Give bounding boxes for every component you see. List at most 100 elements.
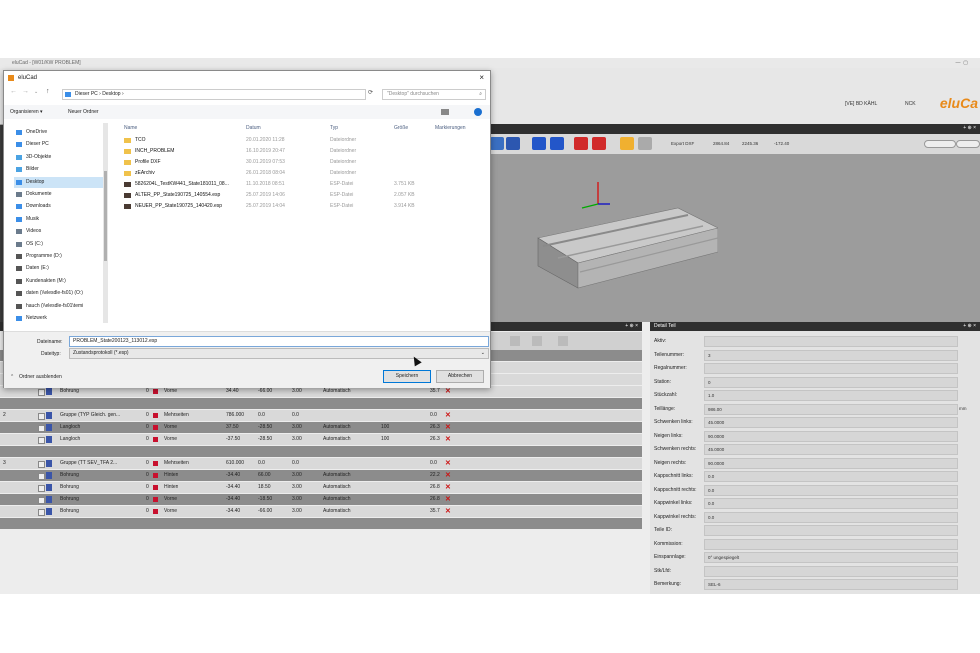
view-options-icon[interactable] [441,109,449,115]
3d-viewport[interactable]: + ⊕ × Export DXF 2864.84 2245.36 -172.40 [488,124,980,322]
arrow-left-red-icon[interactable] [574,137,588,150]
row-checkbox[interactable] [38,461,45,468]
detail-field[interactable]: 0.0 [704,484,958,496]
detail-field[interactable]: 3 [704,349,958,361]
nav-item[interactable]: daten (\\elesdle-fs01) (O:) [14,288,104,299]
detail-field[interactable]: 0.0 [704,511,958,523]
row-checkbox[interactable] [38,473,45,480]
detail-field[interactable]: 986.00 [704,403,958,415]
row-checkbox[interactable] [38,389,45,396]
row-checkbox[interactable] [38,509,45,516]
table-row[interactable]: Bohrung 0 Hinten -34.40 66.00 3.00 Automatisch… [0,470,642,481]
nav-item[interactable]: Videos [14,226,104,237]
table-panel-controls[interactable]: + ⊕ × [625,322,638,331]
table-row[interactable]: Langloch 0 Vorne 37.50 -28.50 3.00 Automatisch… [0,422,642,433]
machine-selector[interactable]: NCK [905,101,916,107]
new-folder-button[interactable]: Neuer Ordner [68,105,99,119]
delete-icon[interactable]: ✕ [445,470,451,481]
table-row[interactable]: Bohrung 0 Hinten -34.40 18.50 3.00 Automatisch… [0,482,642,493]
up-icon[interactable]: ↑ [46,88,50,95]
nav-item[interactable]: Bilder [14,164,104,175]
nav-item[interactable]: OneDrive [14,127,104,138]
view-pill-2[interactable] [956,140,980,148]
arrow-right-red-icon[interactable] [592,137,606,150]
collapse-icon[interactable]: ⌃ [10,374,14,380]
nav-item[interactable]: Netzwerk [14,313,104,324]
detail-field[interactable]: 45.0000 [704,444,958,455]
export-dxf-button[interactable]: Export DXF [671,141,694,146]
close-icon[interactable]: × [479,71,484,85]
table-tool-icon[interactable] [558,336,568,346]
delete-icon[interactable]: ✕ [445,458,451,469]
detail-field[interactable] [704,565,958,577]
delete-icon[interactable]: ✕ [445,482,451,493]
nav-item[interactable]: 3D-Objekte [14,152,104,163]
rotate-icon[interactable] [490,137,504,150]
file-row[interactable]: NEUER_PP_State190725_140420.esp 25.07.201… [118,201,448,212]
detail-panel-controls[interactable]: + ⊕ × [963,322,976,331]
detail-field[interactable]: SEL-6 [704,579,958,590]
row-checkbox[interactable] [38,485,45,492]
nav-item[interactable]: OS (C:) [14,239,104,250]
table-row[interactable]: Bohrung 0 Vorne -34.40 -66.00 3.00 Automatisch… [0,506,642,517]
table-row[interactable]: 3 Gruppe (TT SEV_TFA 2... 0 Mehrseiten 610.0… [0,458,642,469]
delete-icon[interactable]: ✕ [445,410,451,421]
detail-field[interactable]: 90.0000 [704,457,958,469]
row-checkbox[interactable] [38,437,45,444]
filetype-select[interactable]: Zustandsprotokoll (*.esp) ⌄ [69,348,489,359]
row-checkbox[interactable] [38,425,45,432]
nav-item[interactable]: Downloads [14,201,104,212]
table-row[interactable]: Langloch 0 Vorne -37.50 -28.50 3.00 Automatisc… [0,434,642,445]
organize-menu[interactable]: Organisieren ▾ [10,105,43,119]
table-tool-icon[interactable] [510,336,520,346]
column-type[interactable]: Typ [330,125,338,131]
panel-controls[interactable]: + ⊕ × [963,125,976,131]
file-row[interactable]: INCH_PROBLEM 16.10.2019 20:47 Dateiordner [118,146,448,157]
table-row[interactable]: 2 Gruppe (TYP Gleich. gen... 0 Mehrseiten 78… [0,410,642,421]
view-flat-icon[interactable] [638,137,652,150]
view-3d-icon[interactable] [620,137,634,150]
address-bar[interactable]: Dieser PC › Desktop › [62,89,366,100]
nav-item[interactable]: hauch (\\elesdle-fs01\temi [14,301,104,312]
table-row[interactable] [0,518,642,529]
nav-item[interactable]: Daten (E:) [14,263,104,274]
column-name[interactable]: Name [124,125,137,131]
nav-item[interactable]: Desktop [14,176,104,188]
back-icon[interactable]: ← [10,88,17,95]
delete-icon[interactable]: ✕ [445,422,451,433]
file-row[interactable]: zEArchiv 26.01.2018 08:04 Dateiordner [118,168,448,179]
table-row[interactable] [0,398,642,409]
filename-input[interactable]: PROBLEM_State200123_113012.esp [69,336,489,347]
detail-field[interactable]: 45.0000 [704,417,958,428]
delete-icon[interactable]: ✕ [445,506,451,517]
delete-icon[interactable]: ✕ [445,494,451,505]
help-icon[interactable] [474,108,482,116]
column-date[interactable]: Datum [246,125,261,131]
row-checkbox[interactable] [38,497,45,504]
column-tags[interactable]: Markierungen [435,125,466,131]
cancel-button[interactable]: Abbrechen [436,370,484,383]
search-input[interactable]: "Desktop" durchsuchen ⌕ [382,89,486,100]
detail-field[interactable]: 0° ungespiegelt [704,552,958,563]
column-size[interactable]: Größe [394,125,408,131]
detail-field[interactable] [704,538,958,550]
file-row[interactable]: ALTER_PP_State190725_140554.esp 25.07.201… [118,190,448,201]
nav-item[interactable]: Musik [14,214,104,225]
chevron-down-icon[interactable]: ⌄ [34,89,38,95]
zero-icon[interactable] [506,137,520,150]
file-row[interactable]: TCO 20.01.2020 11:28 Dateiordner [118,135,448,146]
file-row[interactable]: Profile DXF 30.01.2019 07:53 Dateiordner [118,157,448,168]
delete-icon[interactable]: ✕ [445,434,451,445]
window-controls[interactable]: — ▢ [955,58,968,68]
refresh-icon[interactable]: ⟳ [368,89,373,96]
nav-item[interactable]: Dokumente [14,189,104,200]
detail-field[interactable]: 1.0 [704,390,958,401]
table-row[interactable]: Bohrung 0 Vorne -34.40 -18.50 3.00 Automatisch… [0,494,642,505]
user-selector[interactable]: [VE] BD KÄHL [845,101,877,107]
table-row[interactable] [0,446,642,457]
table-tool-icon[interactable] [532,336,542,346]
detail-field[interactable]: 0.0 [704,471,958,482]
detail-field[interactable] [704,525,958,536]
forward-icon[interactable]: → [22,88,29,95]
file-row[interactable]: 5826204L_TestKW441_State181011_08... 11.1… [118,179,448,190]
